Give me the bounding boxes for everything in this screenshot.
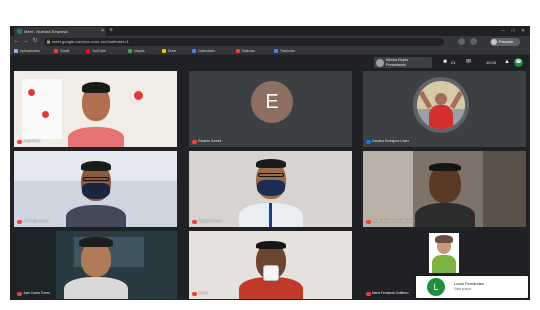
tab-close-icon[interactable]: × bbox=[101, 27, 104, 36]
logo-icon bbox=[28, 89, 35, 96]
participant-video bbox=[56, 71, 136, 147]
participant-tile[interactable]: Daniel Ramírez (Coordinador) bbox=[363, 151, 526, 227]
shirt bbox=[67, 127, 124, 147]
bookmark-item[interactable]: Gmail bbox=[54, 47, 69, 55]
bookmark-item[interactable]: Traductor bbox=[274, 47, 295, 55]
lanyard bbox=[268, 203, 272, 227]
participant-tile[interactable]: Camilo bbox=[189, 231, 352, 299]
extensions-menu-icon[interactable] bbox=[470, 38, 477, 45]
participant-video bbox=[56, 231, 136, 299]
participant-video bbox=[56, 151, 136, 227]
participant-name: Carolina Rodríguez López bbox=[366, 139, 409, 144]
lock-icon: 🔒 bbox=[46, 38, 51, 44]
people-icon[interactable]: ☻ bbox=[442, 59, 448, 66]
hair bbox=[435, 235, 453, 243]
bookmark-item[interactable]: Mapas bbox=[128, 47, 145, 55]
face-mask bbox=[256, 180, 285, 196]
chat-icon[interactable]: ✉ bbox=[466, 59, 471, 66]
participant-name: Andrés Martínez bbox=[192, 219, 221, 224]
shirt bbox=[65, 205, 126, 227]
participant-name: Daniel Ramírez (Coordinador) bbox=[366, 219, 415, 224]
participant-tile[interactable]: Luis Felipe Castro bbox=[14, 151, 177, 227]
participant-name: Camilo bbox=[192, 291, 208, 296]
participant-tile[interactable]: Juan Carlos Torres bbox=[14, 231, 177, 299]
glasses bbox=[82, 177, 109, 181]
pinned-presenter[interactable]: Mónica Reyes Presentando bbox=[374, 57, 432, 68]
shirt bbox=[63, 277, 128, 299]
call-status-icon[interactable]: ☎ bbox=[514, 58, 523, 67]
participant-tile[interactable]: Jorge Pérez bbox=[14, 71, 177, 147]
browser-tab[interactable]: Meet - Nuestra Empresa × bbox=[14, 27, 106, 36]
glasses bbox=[257, 173, 284, 177]
participant-video bbox=[429, 233, 459, 273]
participant-avatar: E bbox=[251, 81, 293, 123]
participant-video bbox=[231, 231, 311, 299]
door bbox=[14, 231, 56, 299]
pinned-sub: Presentando bbox=[386, 62, 406, 67]
self-name: Lucía Fernández bbox=[454, 281, 485, 286]
logo-icon bbox=[42, 111, 49, 118]
cap bbox=[78, 237, 113, 247]
presenter-avatar bbox=[376, 58, 384, 67]
participant-name: Jorge Pérez bbox=[17, 139, 40, 144]
bookmark-item[interactable]: Noticias bbox=[236, 47, 254, 55]
participant-tile[interactable]: Andrés Martínez bbox=[189, 151, 352, 227]
window-controls: – □ ✕ bbox=[498, 26, 528, 36]
hair bbox=[255, 241, 286, 249]
meeting-clock: 10:25 bbox=[486, 60, 497, 65]
participant-tile[interactable]: Carolina Rodríguez López bbox=[363, 71, 526, 147]
self-view-tile[interactable]: L Lucía Fernández Vista propia bbox=[416, 276, 528, 298]
participant-tile[interactable]: E Eduardo Gómez bbox=[189, 71, 352, 147]
participant-avatar bbox=[413, 77, 469, 133]
face bbox=[435, 93, 447, 105]
close-window-icon[interactable]: ✕ bbox=[518, 26, 528, 36]
shirt bbox=[432, 255, 456, 273]
browser-tab-bar: Meet - Nuestra Empresa × + – □ ✕ bbox=[10, 26, 530, 36]
bookmark-item[interactable]: YouTube bbox=[86, 47, 106, 55]
bookmark-item[interactable]: Drive bbox=[162, 47, 176, 55]
participant-name: Luis Felipe Castro bbox=[17, 219, 49, 224]
profile-button[interactable]: Pausada bbox=[490, 37, 520, 46]
hair bbox=[255, 159, 286, 168]
participant-video bbox=[405, 151, 485, 227]
forward-icon[interactable]: → bbox=[22, 37, 30, 46]
bookmarks-bar: Aplicaciones Gmail YouTube Mapas Drive C… bbox=[10, 47, 530, 55]
coffee-cup-icon bbox=[262, 265, 279, 281]
participant-name: Eduardo Gómez bbox=[192, 139, 221, 144]
url-text: meet.google.com/xxx-xxxx-xxx?authuser=1 bbox=[52, 38, 129, 44]
profile-label: Pausada bbox=[499, 39, 513, 44]
participant-video bbox=[231, 151, 311, 227]
meet-favicon-icon bbox=[17, 29, 22, 34]
reload-icon[interactable]: ↻ bbox=[31, 37, 39, 46]
address-bar-row: ← → ↻ 🔒 meet.google.com/xxx-xxxx-xxx?aut… bbox=[10, 36, 530, 47]
bookmark-item[interactable]: Calendario bbox=[192, 47, 215, 55]
participant-count: 21 bbox=[451, 60, 456, 65]
new-tab-button[interactable]: + bbox=[109, 27, 113, 35]
self-avatar: L bbox=[427, 278, 445, 296]
participant-name: Juan Carlos Torres bbox=[17, 291, 50, 296]
shirt bbox=[429, 105, 453, 129]
hair bbox=[81, 82, 110, 93]
bookmark-item[interactable]: Aplicaciones bbox=[14, 47, 40, 55]
url-field[interactable]: 🔒 meet.google.com/xxx-xxxx-xxx?authuser=… bbox=[44, 37, 444, 46]
extension-icon[interactable] bbox=[458, 38, 465, 45]
face-mask bbox=[81, 183, 110, 199]
self-subtitle: Vista propia bbox=[454, 287, 471, 291]
minimize-icon[interactable]: – bbox=[498, 26, 508, 36]
wall bbox=[483, 151, 526, 227]
shirt bbox=[414, 203, 475, 227]
hair bbox=[428, 163, 461, 171]
activities-icon[interactable]: ▲ bbox=[504, 59, 510, 66]
tab-title: Meet - Nuestra Empresa bbox=[24, 29, 68, 34]
meet-window: Meet - Nuestra Empresa × + – □ ✕ ← → ↻ 🔒… bbox=[10, 26, 530, 300]
participant-name: María Fernanda Gutiérrez bbox=[366, 291, 409, 296]
maximize-icon[interactable]: □ bbox=[508, 26, 518, 36]
hair bbox=[80, 161, 111, 171]
meet-header: Mónica Reyes Presentando ☻ 21 ✉ 10:25 ▲ … bbox=[10, 55, 530, 70]
back-icon[interactable]: ← bbox=[13, 37, 21, 46]
